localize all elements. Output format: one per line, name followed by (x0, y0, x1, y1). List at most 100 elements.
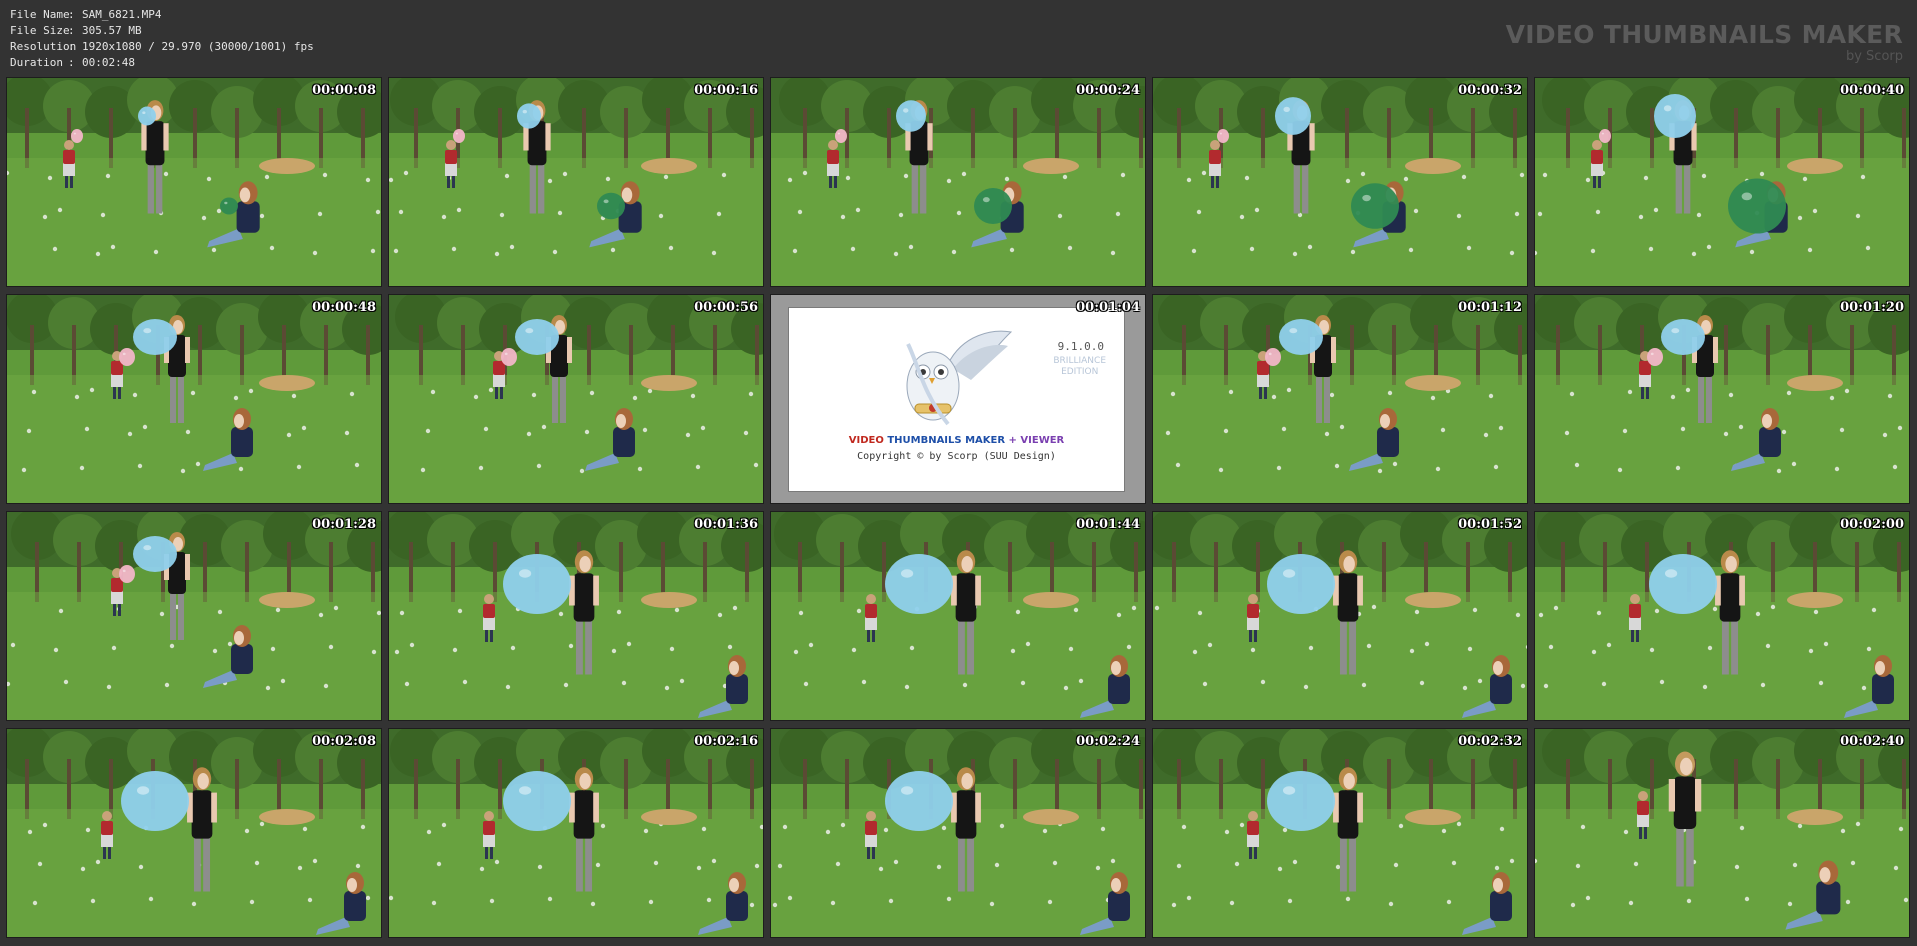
thumbnail-frame[interactable]: 00:01:52 (1152, 511, 1528, 721)
dandelion (1622, 428, 1628, 434)
dandelion (269, 245, 275, 251)
thumbnail-frame[interactable]: 00:00:16 (388, 77, 764, 287)
dandelion (301, 425, 307, 431)
balloon-highlight (122, 569, 126, 573)
dandelion (1009, 247, 1015, 253)
thumbnail-frame[interactable]: 00:01:12 (1152, 294, 1528, 504)
info-row-file-size: File Size : 305.57 MB (10, 23, 314, 39)
dandelion (456, 207, 462, 213)
dandelion (1823, 641, 1829, 647)
thumbnail-frame[interactable]: 00:01:28 (6, 511, 382, 721)
balloon (119, 565, 135, 583)
thumbnail-frame[interactable]: 00:02:00 (1534, 511, 1910, 721)
splash-version: 9.1.0.0 (1057, 340, 1104, 353)
shirt (1247, 821, 1259, 835)
thumbnail-frame[interactable]: 00:00:56 (388, 294, 764, 504)
dandelion (259, 821, 265, 827)
dandelion (95, 859, 101, 865)
sand-pile (259, 158, 315, 174)
thumbnail-frame[interactable]: 00:00:08 (6, 77, 382, 287)
thumbnail-frame[interactable]: 00:02:40 (1534, 728, 1910, 938)
dandelion (1569, 391, 1575, 397)
leg (967, 836, 975, 892)
leg (920, 163, 927, 214)
dandelion (1456, 821, 1462, 827)
dandelion (999, 823, 1005, 829)
shirt (1591, 150, 1603, 164)
skirt (101, 833, 113, 847)
skirt (865, 616, 877, 630)
dandelion (296, 464, 302, 470)
shirt (865, 604, 877, 618)
shirt (1629, 604, 1641, 618)
dandelion (1623, 829, 1629, 835)
torso (955, 573, 977, 622)
thumbnail-frame[interactable]: 00:01:20 (1534, 294, 1910, 504)
dandelion (802, 170, 808, 176)
thumbnail-frame[interactable]: 00:02:16 (388, 728, 764, 938)
dandelion (1670, 394, 1676, 400)
dandelion (1493, 464, 1499, 470)
shirt (483, 821, 495, 835)
dandelion (201, 215, 207, 221)
dandelion (1398, 823, 1404, 829)
arm (1309, 123, 1315, 151)
dandelion (505, 684, 511, 690)
frame-image (389, 729, 763, 937)
dandelion (637, 466, 643, 472)
leg (193, 836, 201, 892)
arm (1357, 792, 1363, 823)
arm (927, 123, 933, 151)
thumbnail-grid: 00:00:08 00:00:16 00:00:24 00:00:32 00:00:40… (6, 77, 1910, 941)
dandelion (1335, 864, 1341, 870)
arm (1713, 337, 1718, 363)
dandelion (1548, 644, 1554, 650)
dandelion (1186, 177, 1192, 183)
dandelion (322, 172, 328, 178)
dandelion (1585, 895, 1591, 901)
thumbnail-frame[interactable]: 00:00:32 (1152, 77, 1528, 287)
torso (1337, 573, 1359, 622)
thumbnail-frame[interactable]: 00:01:36 (388, 511, 764, 721)
dandelion (1068, 646, 1074, 652)
thumbnail-frame[interactable]: 9.1.0.0 BRILLIANCE EDITION VIDEO THUMBNA… (770, 294, 1146, 504)
thumbnail-frame[interactable]: 00:02:24 (770, 728, 1146, 938)
dandelion (1861, 685, 1867, 691)
thumbnail-frame[interactable]: 00:00:48 (6, 294, 382, 504)
face (1493, 878, 1503, 892)
dandelion (106, 684, 112, 690)
dandelion (233, 395, 239, 401)
dandelion (1702, 684, 1708, 690)
skirt (1247, 616, 1259, 630)
thumbnail-frame[interactable]: 00:02:08 (6, 728, 382, 938)
thumbnail-frame[interactable]: 00:00:40 (1534, 77, 1910, 287)
face (1343, 556, 1355, 573)
dandelion (531, 392, 537, 398)
torso (1872, 674, 1894, 704)
dandelion (798, 610, 804, 616)
thumbnail-frame[interactable]: 00:01:44 (770, 511, 1146, 721)
face (1875, 661, 1885, 675)
dandelion (590, 901, 596, 907)
balloon (138, 106, 156, 126)
balloon (1728, 178, 1786, 234)
torso (231, 427, 253, 457)
dandelion (1282, 827, 1288, 833)
dandelion (441, 214, 447, 220)
dandelion (1488, 393, 1494, 399)
timestamp-label: 00:02:16 (694, 734, 758, 749)
dandelion (600, 823, 606, 829)
dandelion (1543, 683, 1549, 689)
arm (593, 575, 599, 606)
thumbnail-frame[interactable]: 00:00:24 (770, 77, 1146, 287)
dandelion (946, 178, 952, 184)
skirt (111, 590, 123, 604)
dandelion (148, 896, 154, 902)
thumbnail-frame[interactable]: 00:02:32 (1152, 728, 1528, 938)
dandelion (1191, 248, 1197, 254)
dandelion (1538, 612, 1544, 618)
dandelion (1786, 390, 1792, 396)
dandelion (1812, 208, 1818, 214)
dandelion (227, 641, 233, 647)
face (729, 878, 739, 892)
